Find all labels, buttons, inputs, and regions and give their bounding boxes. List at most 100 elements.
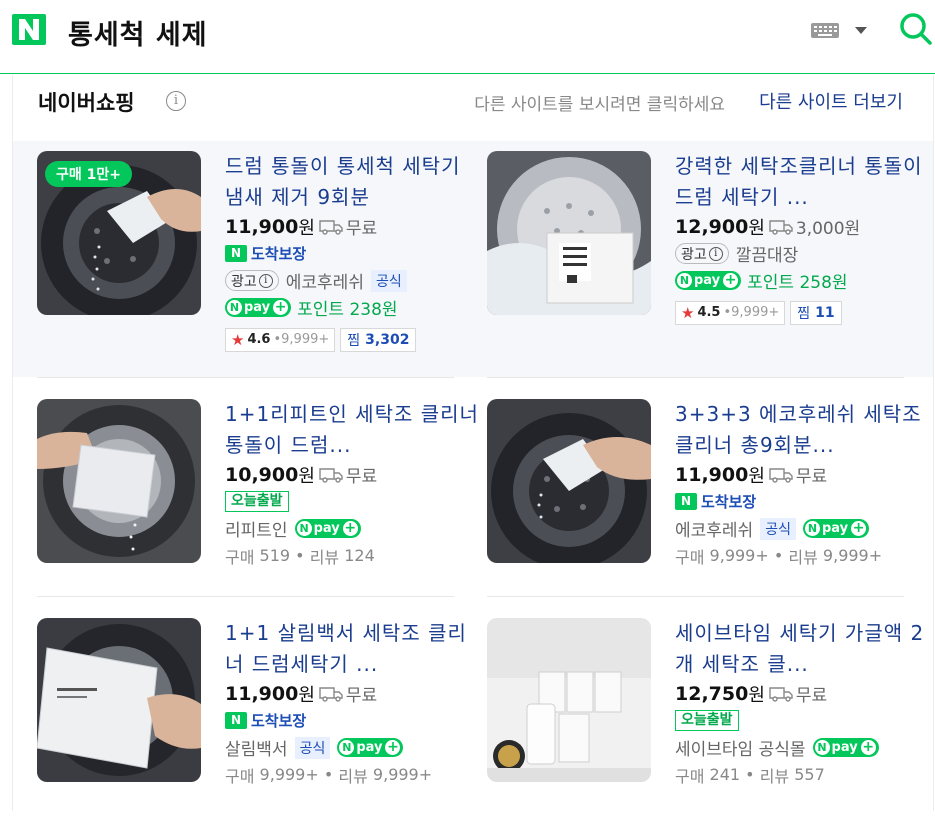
- shipping-fee: 무료: [795, 467, 828, 487]
- arrival-guarantee: N 도착보장: [675, 491, 756, 512]
- product-card[interactable]: 구매 1만+ 드럼 통돌이 통세척 세탁기 냄새 제거 9회분 11,900 원 …: [37, 151, 477, 352]
- ad-tag[interactable]: 광고 i: [225, 270, 279, 291]
- stats: 구매 519 • 리뷰 124: [225, 542, 485, 569]
- divider: [37, 377, 454, 378]
- rating-box: ★ 4.6 • 9,999+: [225, 327, 336, 352]
- product-card[interactable]: 3+3+3 에코후레쉬 세탁조 클리너 총9회분... 11,900 원 무료 N…: [487, 399, 927, 599]
- rating-score: 4.5: [697, 305, 721, 320]
- search-icon[interactable]: [899, 12, 933, 46]
- n-icon: N: [296, 521, 312, 536]
- zzim-label: 찜: [347, 332, 361, 349]
- plus-icon: +: [851, 520, 867, 536]
- npay-label: pay: [356, 740, 383, 755]
- purchase-count: 9,999+: [709, 546, 769, 565]
- npay-label: pay: [694, 273, 721, 288]
- review-label: 리뷰: [309, 547, 340, 567]
- npay-badge: Npay +: [675, 271, 742, 290]
- search-query[interactable]: 통세척 세제: [68, 13, 208, 52]
- seller-name[interactable]: 세이브타임 공식몰: [675, 735, 806, 760]
- n-icon: N: [339, 740, 355, 755]
- n-icon: N: [227, 300, 242, 315]
- product-title[interactable]: 세이브타임 세탁기 가글액 2개 세탁조 클...: [675, 618, 935, 680]
- rating-score: 4.6: [247, 332, 271, 347]
- truck-icon: [769, 686, 793, 702]
- truck-icon: [769, 467, 793, 483]
- price: 11,900: [225, 215, 299, 238]
- review-count: 557: [794, 765, 825, 784]
- currency-label: 원: [298, 217, 315, 239]
- zzim-box[interactable]: 찜 11: [790, 300, 842, 325]
- plus-icon: +: [273, 299, 289, 315]
- seller-name[interactable]: 에코후레쉬: [675, 516, 753, 541]
- section-title: 네이버쇼핑: [38, 91, 135, 115]
- npay-badge: Npay +: [225, 298, 292, 317]
- shipping-fee: 무료: [345, 686, 378, 706]
- review-label: 리뷰: [759, 766, 790, 786]
- purchase-label: 구매: [225, 547, 255, 567]
- search-header: 통세척 세제: [0, 0, 935, 74]
- zzim-box[interactable]: 찜 3,302: [340, 327, 417, 352]
- official-badge: 공식: [760, 517, 796, 540]
- divider: [487, 377, 904, 378]
- shipping-fee: 무료: [345, 219, 378, 239]
- rating-count: 9,999+: [281, 332, 330, 347]
- arrival-label: 도착보장: [701, 493, 757, 511]
- naver-logo[interactable]: [12, 14, 46, 45]
- shipping-fee: 무료: [795, 686, 828, 706]
- chevron-down-icon[interactable]: [855, 27, 867, 34]
- product-title[interactable]: 3+3+3 에코후레쉬 세탁조 클리너 총9회분...: [675, 399, 935, 461]
- product-image[interactable]: [487, 618, 651, 782]
- product-title[interactable]: 강력한 세탁조클리너 통돌이 드럼 세탁기 ...: [675, 151, 935, 213]
- seller-name[interactable]: 깔끔대장: [736, 241, 799, 266]
- other-site-link[interactable]: 다른 사이트 더보기: [759, 88, 903, 114]
- rating-count: 9,999+: [731, 305, 780, 320]
- truck-icon: [319, 467, 343, 483]
- review-count: 124: [344, 546, 375, 565]
- keyboard-icon[interactable]: [811, 23, 839, 38]
- product-title[interactable]: 1+1리피트인 세탁조 클리너 통돌이 드럼...: [225, 399, 485, 461]
- arrival-guarantee: N 도착보장: [225, 710, 306, 731]
- seller-name[interactable]: 리피트인: [225, 516, 288, 541]
- ad-tag[interactable]: 광고 i: [675, 243, 729, 264]
- info-icon[interactable]: i: [166, 91, 186, 111]
- review-count: 9,999+: [822, 546, 883, 565]
- star-icon: ★: [231, 330, 245, 349]
- npay-badge: Npay +: [337, 738, 404, 757]
- product-image[interactable]: 구매 1만+: [37, 151, 201, 315]
- purchase-count: 519: [259, 546, 291, 565]
- ad-label: 광고: [681, 246, 707, 263]
- review-label: 리뷰: [338, 766, 368, 786]
- product-image[interactable]: [37, 399, 201, 563]
- product-card[interactable]: 강력한 세탁조클리너 통돌이 드럼 세탁기 ... 12,900 원 3,000원…: [487, 151, 927, 351]
- npay-badge: Npay +: [294, 519, 361, 538]
- product-image[interactable]: [37, 618, 201, 782]
- stats: 구매 241 • 리뷰 557: [675, 761, 935, 788]
- stats: 구매 9,999+ • 리뷰 9,999+: [225, 761, 485, 788]
- product-card[interactable]: 1+1 살림백서 세탁조 클리너 드럼세탁기 ... 11,900 원 무료 N도…: [37, 618, 477, 818]
- purchase-label: 구매: [675, 547, 705, 567]
- seller-name[interactable]: 에코후레쉬: [286, 268, 364, 293]
- n-icon: N: [225, 245, 247, 262]
- today-shipping-badge: 오늘출발: [225, 491, 289, 512]
- plus-icon: +: [342, 520, 358, 536]
- seller-name[interactable]: 살림백서: [225, 735, 288, 760]
- star-icon: ★: [681, 303, 695, 322]
- currency-label: 원: [748, 465, 765, 487]
- npay-label: pay: [821, 521, 849, 536]
- product-title[interactable]: 드럼 통돌이 통세척 세탁기 냄새 제거 9회분: [225, 151, 485, 213]
- product-image[interactable]: [487, 151, 651, 315]
- product-title[interactable]: 1+1 살림백서 세탁조 클리너 드럼세탁기 ...: [225, 618, 485, 680]
- purchase-badge: 구매 1만+: [45, 161, 132, 187]
- zzim-label: 찜: [797, 305, 811, 322]
- product-card[interactable]: 1+1리피트인 세탁조 클리너 통돌이 드럼... 10,900 원 무료 오늘출…: [37, 399, 478, 599]
- currency-label: 원: [298, 465, 315, 487]
- today-shipping-badge: 오늘출발: [675, 710, 739, 731]
- zzim-count: 3,302: [365, 331, 410, 348]
- points-label: 포인트: [297, 300, 345, 320]
- shipping-fee: 무료: [345, 467, 378, 487]
- rating-box: ★ 4.5 • 9,999+: [675, 300, 786, 325]
- product-image[interactable]: [487, 399, 651, 563]
- n-icon: N: [677, 273, 692, 288]
- currency-label: 원: [748, 217, 765, 239]
- product-card[interactable]: 세이브타임 세탁기 가글액 2개 세탁조 클... 12,750 원 무료 오늘출…: [487, 618, 927, 818]
